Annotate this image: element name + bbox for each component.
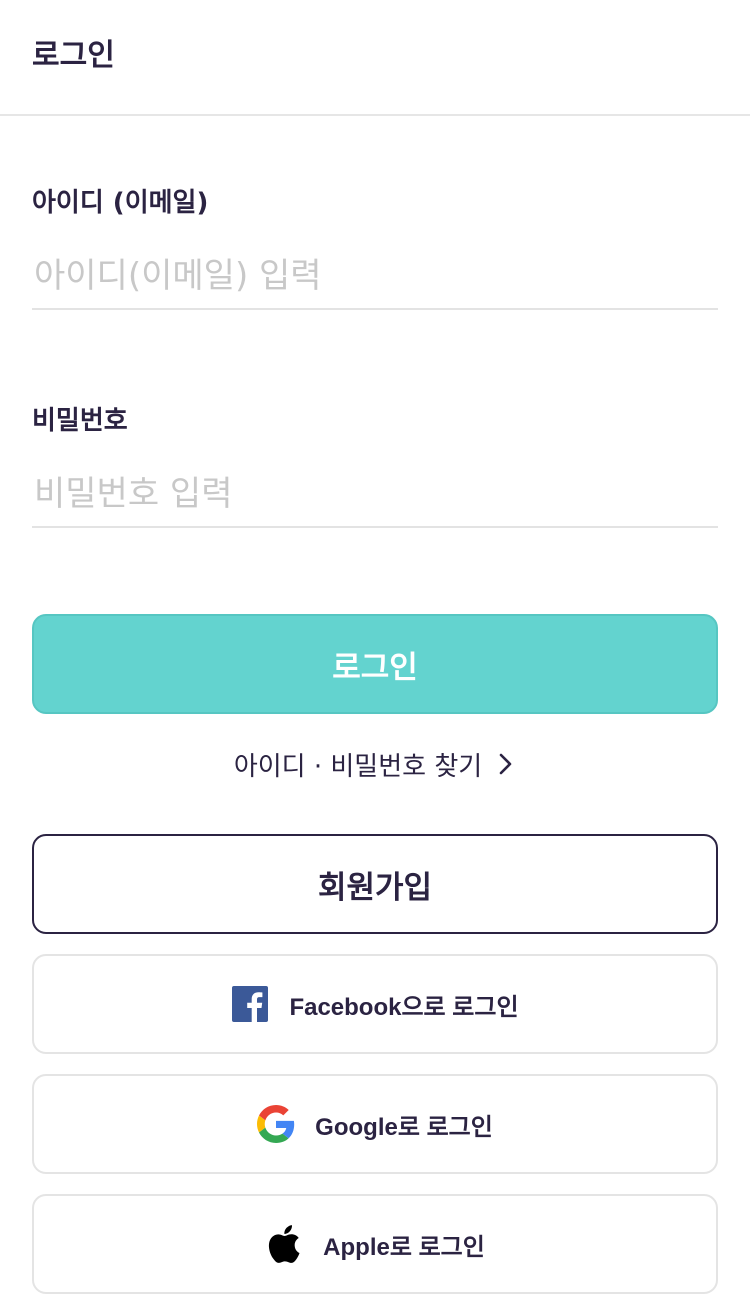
header: 로그인 — [0, 0, 750, 116]
facebook-login-label: Facebook으로 로그인 — [289, 993, 519, 1021]
google-login-button[interactable]: Google로 로그인 — [32, 1074, 718, 1174]
apple-icon — [265, 1225, 303, 1263]
facebook-icon — [231, 985, 269, 1023]
page-title: 로그인 — [32, 38, 115, 73]
signup-button[interactable]: 회원가입 — [32, 834, 718, 934]
signup-button-label: 회원가입 — [317, 869, 433, 906]
login-button[interactable]: 로그인 — [32, 614, 718, 714]
password-label: 비밀번호 — [32, 406, 128, 436]
apple-login-label: Apple로 로그인 — [323, 1233, 485, 1261]
login-button-label: 로그인 — [332, 649, 418, 686]
facebook-login-button[interactable]: Facebook으로 로그인 — [32, 954, 718, 1054]
password-input[interactable] — [32, 462, 718, 528]
chevron-right-icon — [499, 753, 512, 775]
google-icon — [257, 1105, 295, 1143]
id-label: 아이디 (이메일) — [32, 188, 209, 218]
google-login-label: Google로 로그인 — [315, 1113, 493, 1141]
id-input[interactable] — [32, 244, 718, 310]
find-account-link[interactable]: 아이디 · 비밀번호 찾기 — [0, 740, 750, 788]
apple-login-button[interactable]: Apple로 로그인 — [32, 1194, 718, 1294]
find-account-label: 아이디 · 비밀번호 찾기 — [233, 751, 483, 782]
